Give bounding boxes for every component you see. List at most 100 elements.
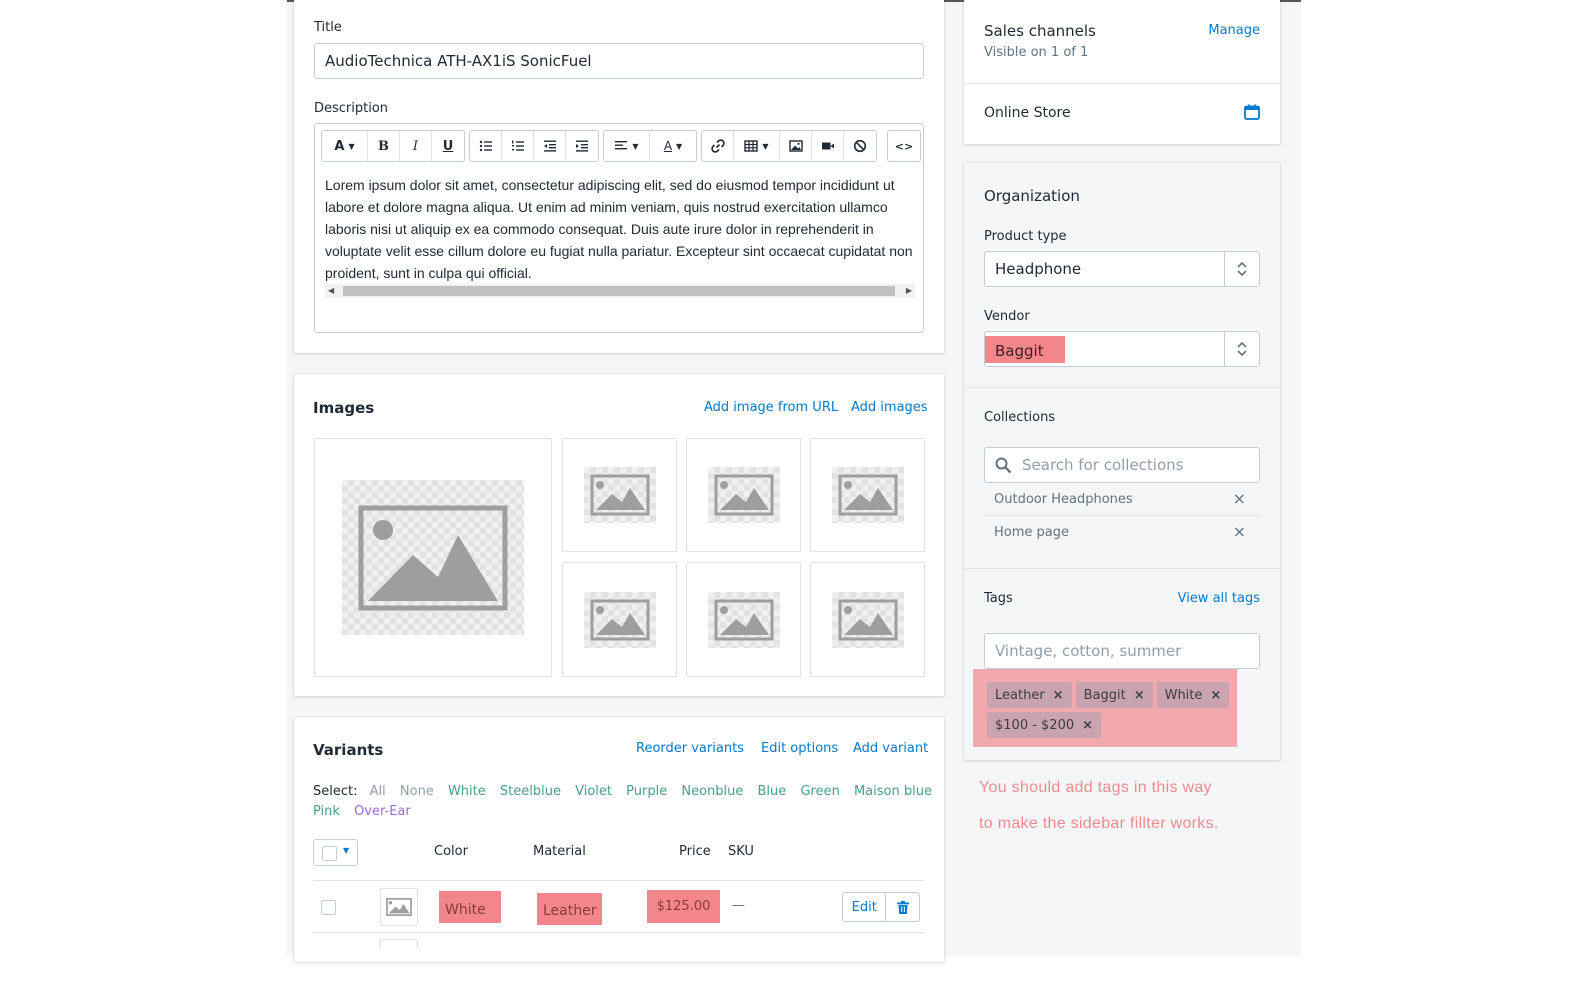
title-input-value: AudioTechnica ATH-AX1iS SonicFuel (325, 52, 592, 70)
bullet-list-icon[interactable] (470, 131, 502, 161)
select-all[interactable]: All (370, 784, 386, 799)
image-placeholder-icon (714, 599, 773, 640)
remove-tag-icon[interactable]: × (1082, 718, 1093, 733)
insert-image-icon[interactable] (780, 131, 812, 161)
italic-button[interactable]: I (400, 131, 432, 161)
font-format-button[interactable]: A ▼ (322, 131, 368, 161)
collections-search-input[interactable]: Search for collections (984, 447, 1260, 483)
description-body[interactable]: Lorem ipsum dolor sit amet, consectetur … (325, 174, 915, 284)
remove-tag-icon[interactable]: × (1210, 688, 1221, 703)
reorder-variants-link[interactable]: Reorder variants (636, 741, 744, 756)
add-images-link[interactable]: Add images (851, 400, 928, 415)
search-icon (995, 457, 1012, 473)
collection-name: Home page (994, 525, 1069, 540)
add-variant-link[interactable]: Add variant (853, 741, 928, 756)
bulk-select-dropdown[interactable]: ▼ (313, 839, 358, 866)
select-arrows-icon (1224, 332, 1259, 366)
collections-search-placeholder: Search for collections (1022, 456, 1184, 474)
bold-button[interactable]: B (368, 131, 400, 161)
variant-color-value[interactable]: White (439, 891, 501, 923)
image-placeholder-icon (838, 474, 897, 516)
tags-input[interactable]: Vintage, cotton, summer (984, 633, 1260, 669)
list-item: Outdoor Headphones × (984, 483, 1260, 516)
tag-chip: $100 - $200 × (987, 712, 1102, 738)
select-green[interactable]: Green (800, 784, 839, 799)
manage-link[interactable]: Manage (1208, 23, 1260, 38)
scroll-right-icon[interactable]: ▶ (906, 284, 912, 298)
main-image[interactable] (314, 438, 552, 677)
align-icon[interactable]: ▼ (604, 131, 650, 161)
image-thumb-1[interactable] (562, 438, 677, 552)
image-thumb-4[interactable] (562, 562, 677, 677)
edit-options-link[interactable]: Edit options (761, 741, 838, 756)
bulk-checkbox[interactable] (322, 846, 337, 861)
underline-button[interactable]: U (432, 131, 464, 161)
select-purple[interactable]: Purple (626, 784, 667, 799)
sales-channels-heading: Sales channels (984, 22, 1096, 40)
vendor-select[interactable]: Baggit (984, 331, 1260, 367)
select-white[interactable]: White (448, 784, 486, 799)
horizontal-scrollbar[interactable]: ◀ ▶ (325, 284, 915, 298)
vendor-label: Vendor (984, 309, 1030, 324)
variants-heading: Variants (313, 741, 384, 759)
row-checkbox[interactable] (321, 900, 336, 915)
editor-toolbar: A ▼ B I U ▼ A ▼ ▼ <> (321, 130, 921, 162)
images-card: Images Add image from URL Add images (294, 374, 944, 696)
image-placeholder-icon (590, 599, 649, 640)
scroll-left-icon[interactable]: ◀ (328, 284, 334, 298)
view-all-tags-link[interactable]: View all tags (1178, 591, 1260, 606)
column-price: Price (679, 844, 711, 859)
variant-image-thumb[interactable] (380, 888, 418, 926)
list-item: Home page × (984, 516, 1260, 549)
delete-icon[interactable] (886, 893, 919, 921)
calendar-icon[interactable] (1244, 104, 1260, 124)
select-none[interactable]: None (400, 784, 434, 799)
remove-collection-icon[interactable]: × (1233, 522, 1246, 541)
text-color-icon[interactable]: A ▼ (650, 131, 696, 161)
image-placeholder-icon (714, 474, 773, 516)
select-neonblue[interactable]: Neonblue (681, 784, 743, 799)
select-maison-blue[interactable]: Maison blue (854, 784, 932, 799)
tags-list: Leather × Baggit × White × $100 - $200 × (973, 669, 1237, 747)
select-blue[interactable]: Blue (758, 784, 787, 799)
select-pink[interactable]: Pink (313, 804, 340, 819)
tags-placeholder: Vintage, cotton, summer (995, 642, 1182, 660)
clear-format-icon[interactable] (844, 131, 876, 161)
organization-heading: Organization (984, 187, 1080, 205)
numbered-list-icon[interactable] (502, 131, 534, 161)
select-over-ear[interactable]: Over-Ear (354, 804, 411, 819)
page-frame: Title AudioTechnica ATH-AX1iS SonicFuel … (287, 0, 1301, 962)
variant-material-value[interactable]: Leather (537, 893, 602, 925)
organization-card: Organization Product type Headphone Vend… (964, 163, 1280, 760)
image-placeholder-icon (386, 898, 412, 916)
remove-collection-icon[interactable]: × (1233, 489, 1246, 508)
insert-video-icon[interactable] (812, 131, 844, 161)
remove-tag-icon[interactable]: × (1053, 688, 1064, 703)
add-image-from-url-link[interactable]: Add image from URL (704, 400, 838, 415)
link-icon[interactable] (702, 131, 734, 161)
remove-tag-icon[interactable]: × (1134, 688, 1145, 703)
html-source-button[interactable]: <> (888, 131, 920, 161)
visible-count: Visible on 1 of 1 (984, 45, 1089, 60)
edit-variant-button[interactable]: Edit (843, 893, 887, 921)
scrollbar-thumb[interactable] (343, 286, 895, 296)
table-row: White Leather $125.00 — Edit (313, 880, 924, 933)
table-icon[interactable]: ▼ (734, 131, 780, 161)
product-type-label: Product type (984, 229, 1067, 244)
select-violet[interactable]: Violet (575, 784, 612, 799)
variant-sku-value[interactable]: — (732, 898, 745, 913)
tag-chip: Baggit × (1075, 682, 1153, 708)
outdent-icon[interactable] (534, 131, 566, 161)
select-arrows-icon (1224, 252, 1259, 286)
image-thumb-3[interactable] (810, 438, 925, 552)
select-steelblue[interactable]: Steelblue (500, 784, 561, 799)
collections-label: Collections (984, 410, 1056, 425)
image-thumb-5[interactable] (686, 562, 801, 677)
variant-price-value[interactable]: $125.00 (647, 890, 720, 923)
product-type-select[interactable]: Headphone (984, 251, 1260, 287)
select-label: Select: (313, 784, 358, 799)
image-thumb-6[interactable] (810, 562, 925, 677)
title-input[interactable]: AudioTechnica ATH-AX1iS SonicFuel (314, 43, 924, 79)
image-thumb-2[interactable] (686, 438, 801, 552)
indent-icon[interactable] (566, 131, 598, 161)
